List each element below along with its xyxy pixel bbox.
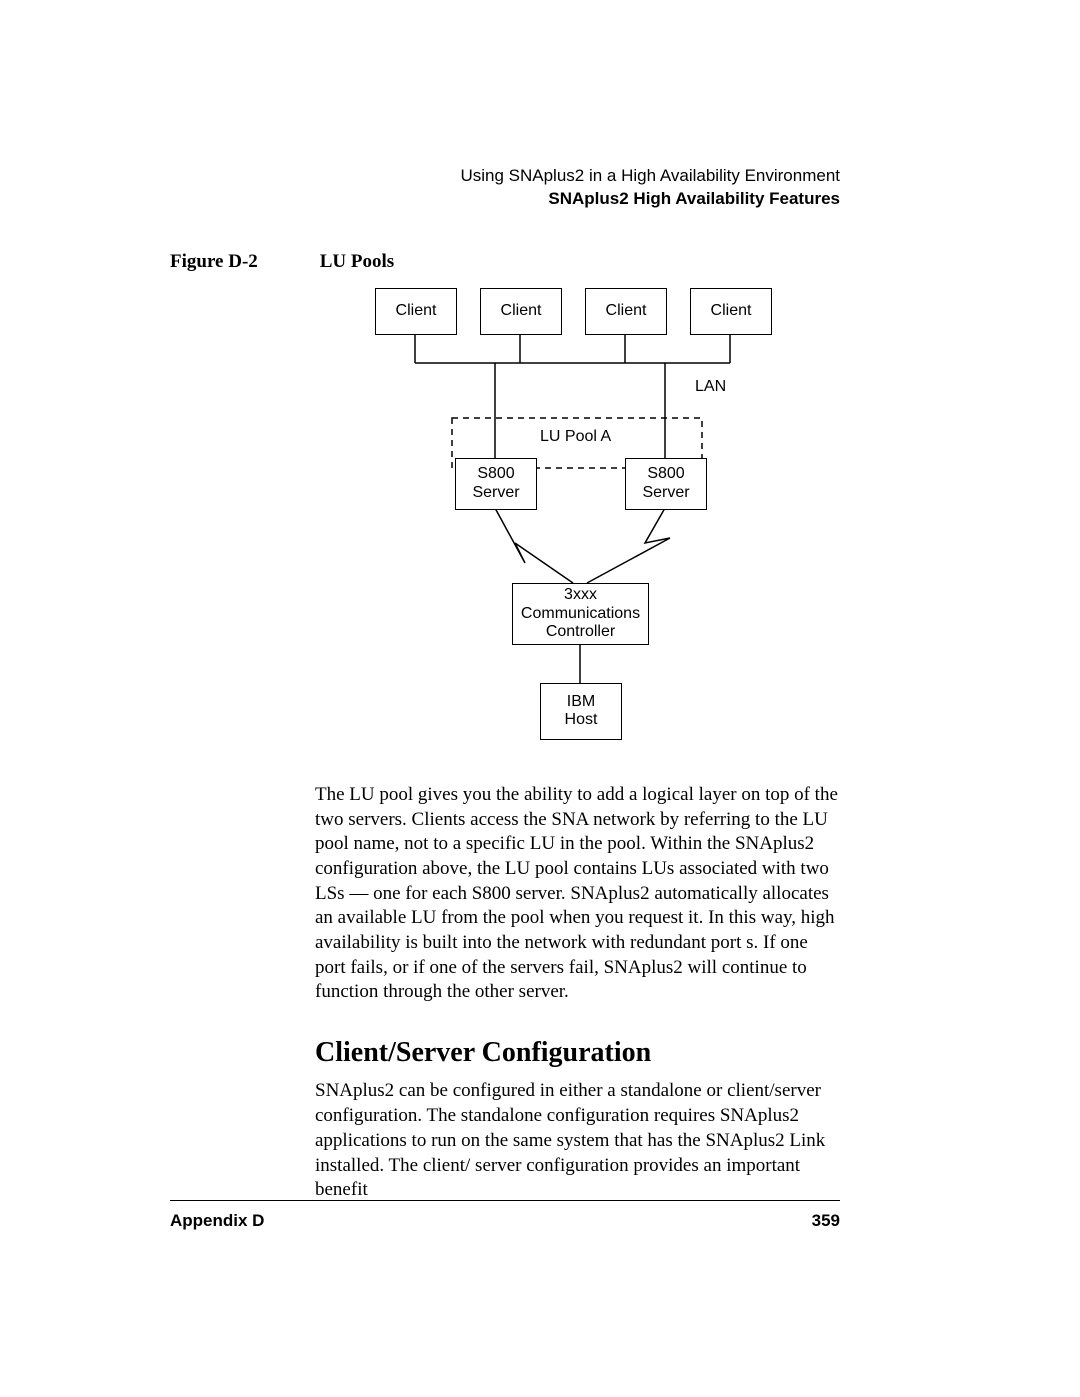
label-lu-pool: LU Pool A [540, 428, 611, 446]
box-client-2: Client [480, 288, 562, 335]
diagram-lu-pools: Client Client Client Client LAN LU Pool … [315, 283, 795, 753]
box-server-1: S800 Server [455, 458, 537, 510]
footer-page-number: 359 [812, 1211, 840, 1231]
header-section: SNAplus2 High Availability Features [170, 188, 840, 211]
box-comm-controller: 3xxx Communications Controller [512, 583, 649, 645]
figure-label: Figure D-2 [170, 251, 315, 273]
figure-title: LU Pools [320, 251, 394, 272]
page-footer: Appendix D 359 [170, 1200, 840, 1231]
page-header: Using SNAplus2 in a High Availability En… [170, 165, 840, 211]
box-server-2: S800 Server [625, 458, 707, 510]
header-chapter: Using SNAplus2 in a High Availability En… [170, 165, 840, 188]
box-client-3: Client [585, 288, 667, 335]
box-client-4: Client [690, 288, 772, 335]
heading-client-server: Client/Server Configuration [315, 1035, 840, 1071]
paragraph-client-server: SNAplus2 can be configured in either a s… [315, 1079, 840, 1202]
label-lan: LAN [695, 378, 726, 396]
figure-caption-row: Figure D-2 LU Pools [170, 251, 840, 273]
box-client-1: Client [375, 288, 457, 335]
paragraph-lu-pool: The LU pool gives you the ability to add… [315, 783, 840, 1005]
body-text: The LU pool gives you the ability to add… [315, 783, 840, 1203]
footer-appendix: Appendix D [170, 1211, 264, 1230]
box-ibm-host: IBM Host [540, 683, 622, 740]
